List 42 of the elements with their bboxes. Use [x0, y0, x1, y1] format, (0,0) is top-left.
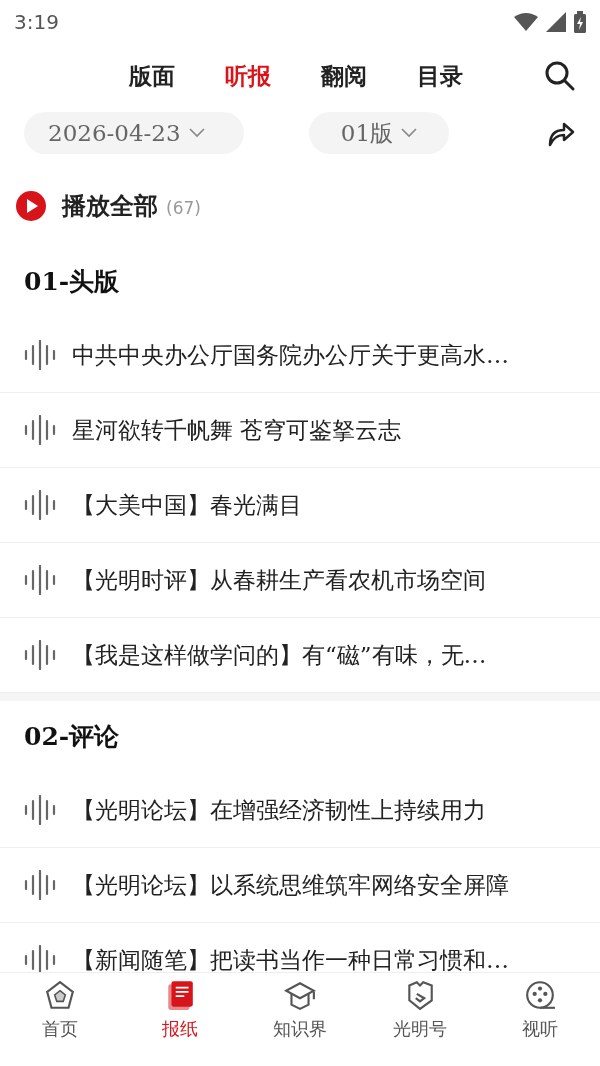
audio-wave-icon: [24, 870, 56, 900]
nav-tab[interactable]: 报纸: [120, 973, 240, 1042]
status-time: 3:19: [14, 9, 59, 36]
home-icon: [44, 979, 76, 1011]
tab[interactable]: 目录: [417, 54, 463, 98]
wifi-icon: [514, 13, 538, 31]
article-title[interactable]: 【光明时评】从春耕生产看农机市场空间: [72, 562, 486, 598]
item-count: (67): [166, 197, 201, 220]
audio-wave-icon: [24, 340, 56, 370]
audio-wave-icon: [24, 640, 56, 670]
graduation-cap-icon: [284, 979, 316, 1011]
audio-wave-icon: [24, 945, 56, 972]
date-dropdown[interactable]: 2026-04-23: [24, 112, 244, 154]
chevron-icon: [188, 128, 205, 138]
nav-tab[interactable]: 光明号: [360, 973, 480, 1042]
chevron-icon: [401, 128, 418, 138]
play-icon[interactable]: [16, 191, 46, 221]
edition-dropdown[interactable]: 01版: [309, 112, 449, 154]
audio-wave-icon: [24, 565, 56, 595]
article-title[interactable]: 【光明论坛】以系统思维筑牢网络安全屏障: [72, 867, 509, 903]
section-title: 02-评论: [24, 721, 120, 754]
nav-tab[interactable]: 知识界: [240, 973, 360, 1042]
article-title[interactable]: 中共中央办公厅国务院办公厅关于更高水…: [72, 337, 509, 373]
article-title[interactable]: 【大美中国】春光满目: [72, 487, 302, 523]
article-title[interactable]: 【新闻随笔】把读书当作一种日常习惯和…: [72, 942, 509, 972]
battery-icon: [574, 11, 586, 33]
audio-wave-icon: [24, 415, 56, 445]
search-icon[interactable]: [544, 60, 576, 92]
tab[interactable]: 版面: [129, 54, 175, 98]
play-all-button[interactable]: 播放全部: [62, 188, 158, 224]
audio-wave-icon: [24, 795, 56, 825]
nav-tab[interactable]: 首页: [0, 973, 120, 1042]
audio-wave-icon: [24, 490, 56, 520]
article-title[interactable]: 【我是这样做学问的】有“磁”有味，无…: [72, 637, 487, 673]
section-title: 01-头版: [24, 266, 120, 299]
film-reel-icon: [524, 979, 556, 1011]
nav-tab[interactable]: 视听: [480, 973, 600, 1042]
article-title[interactable]: 星河欲转千帆舞 苍穹可鉴拏云志: [72, 412, 402, 448]
signal-icon: [546, 12, 566, 32]
tab[interactable]: 翻阅: [321, 54, 367, 98]
article-title[interactable]: 【光明论坛】在增强经济韧性上持续用力: [72, 792, 486, 828]
tab[interactable]: 听报: [225, 54, 271, 98]
